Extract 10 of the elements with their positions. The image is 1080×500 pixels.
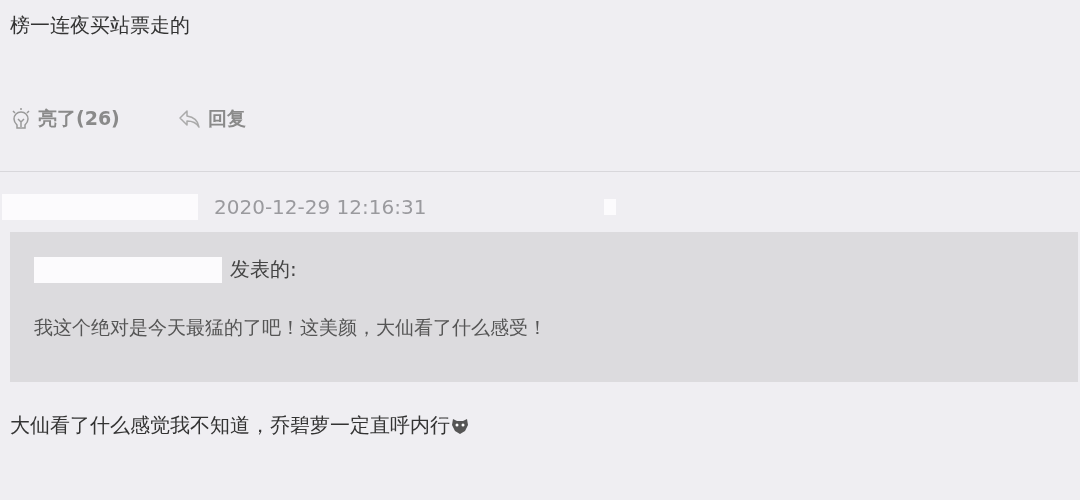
posted-label: 发表的: [230, 256, 297, 283]
comment-text: 榜一连夜买站票走的 [10, 12, 191, 39]
reply-icon [177, 108, 202, 130]
lightbulb-icon [10, 107, 32, 131]
timestamp: 2020-12-29 12:16:31 [214, 195, 427, 219]
emoji-icon [450, 416, 470, 435]
reply-text: 大仙看了什么感觉我不知道，乔碧萝一定直呼内行 [10, 412, 450, 439]
quote-text: 我这个绝对是今天最猛的了吧！这美颜，大仙看了什么感受！ [34, 315, 548, 340]
reply-button[interactable]: 回复 [177, 106, 246, 132]
like-button[interactable]: 亮了(26) [10, 106, 120, 132]
